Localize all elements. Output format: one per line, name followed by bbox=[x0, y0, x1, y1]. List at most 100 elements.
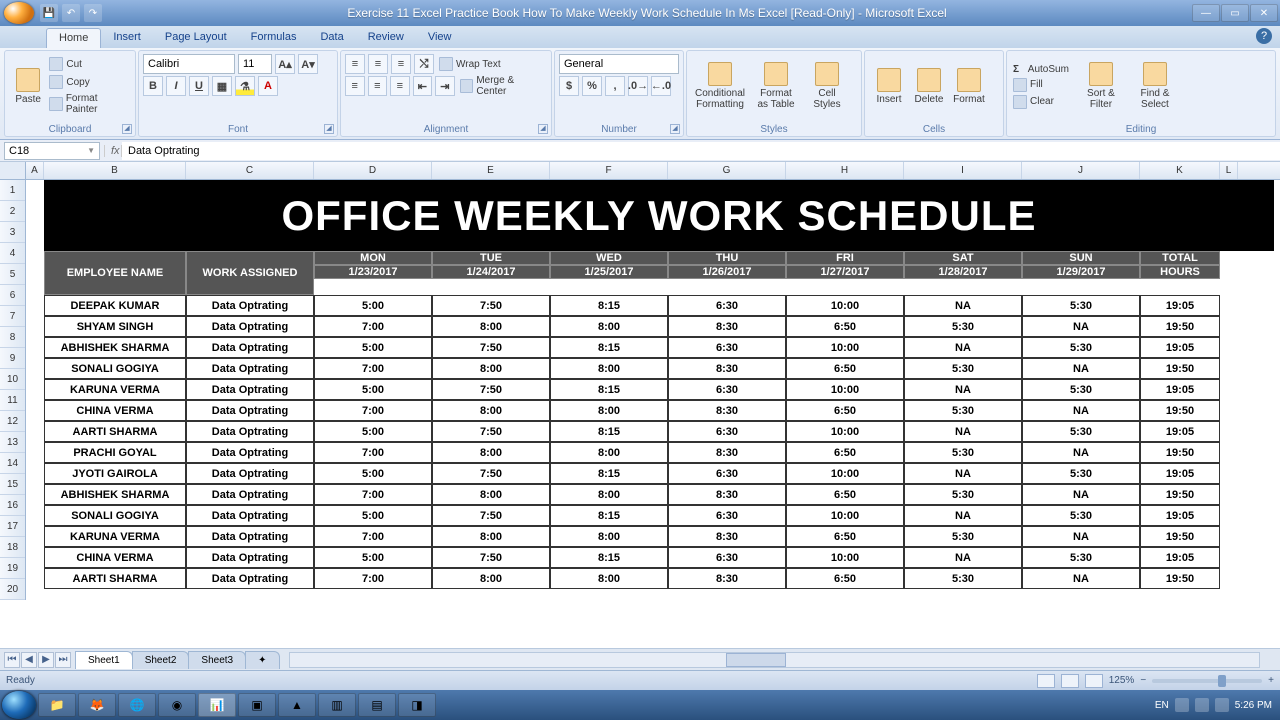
cell-day[interactable]: 6:50 bbox=[786, 442, 904, 463]
zoom-slider[interactable] bbox=[1152, 679, 1262, 683]
col-header-H[interactable]: H bbox=[786, 162, 904, 179]
cell-day[interactable]: 8:00 bbox=[550, 484, 668, 505]
cell-day[interactable]: 10:00 bbox=[786, 547, 904, 568]
cell-day[interactable]: 8:30 bbox=[668, 442, 786, 463]
fill-button[interactable]: Fill bbox=[1011, 77, 1071, 93]
cell-day[interactable]: 5:30 bbox=[1022, 421, 1140, 442]
cell-day[interactable]: 10:00 bbox=[786, 337, 904, 358]
align-center[interactable]: ≡ bbox=[368, 76, 388, 96]
cell-employee[interactable]: DEEPAK KUMAR bbox=[44, 295, 186, 316]
cell-day[interactable]: 10:00 bbox=[786, 421, 904, 442]
cell-day[interactable]: 8:00 bbox=[432, 316, 550, 337]
clipboard-dialog-launcher[interactable]: ◢ bbox=[122, 124, 132, 134]
cell-day[interactable]: 5:00 bbox=[314, 337, 432, 358]
cell-day[interactable]: 8:15 bbox=[550, 505, 668, 526]
col-header-I[interactable]: I bbox=[904, 162, 1022, 179]
task-app2[interactable]: ▣ bbox=[238, 693, 276, 717]
cell-total[interactable]: 19:05 bbox=[1140, 505, 1220, 526]
delete-cells-button[interactable]: Delete bbox=[909, 53, 949, 119]
cell-day[interactable]: NA bbox=[1022, 568, 1140, 589]
select-all-corner[interactable] bbox=[0, 162, 26, 180]
cell-day[interactable]: 5:30 bbox=[904, 442, 1022, 463]
cell-employee[interactable]: AARTI SHARMA bbox=[44, 568, 186, 589]
cell-day[interactable]: NA bbox=[1022, 400, 1140, 421]
cell-day[interactable]: 8:00 bbox=[550, 442, 668, 463]
cell-day[interactable]: 10:00 bbox=[786, 295, 904, 316]
row-header-3[interactable]: 3 bbox=[0, 222, 25, 243]
help-button[interactable]: ? bbox=[1256, 28, 1272, 44]
row-header-17[interactable]: 17 bbox=[0, 516, 25, 537]
cell-day[interactable]: 6:30 bbox=[668, 295, 786, 316]
cell-employee[interactable]: KARUNA VERMA bbox=[44, 379, 186, 400]
number-format-combo[interactable] bbox=[559, 54, 679, 74]
cell-day[interactable]: 8:00 bbox=[432, 400, 550, 421]
cell-employee[interactable]: SONALI GOGIYA bbox=[44, 505, 186, 526]
cell-day[interactable]: 7:50 bbox=[432, 337, 550, 358]
tab-view[interactable]: View bbox=[416, 28, 464, 48]
cell-day[interactable]: 6:50 bbox=[786, 316, 904, 337]
cell-day[interactable]: NA bbox=[904, 379, 1022, 400]
cut-button[interactable]: Cut bbox=[47, 56, 131, 72]
align-top[interactable]: ≡ bbox=[345, 54, 365, 74]
cell-day[interactable]: 5:30 bbox=[904, 484, 1022, 505]
row-header-9[interactable]: 9 bbox=[0, 348, 25, 369]
grow-font-button[interactable]: A▴ bbox=[275, 54, 295, 74]
cell-day[interactable]: 10:00 bbox=[786, 379, 904, 400]
task-explorer[interactable]: 📁 bbox=[38, 693, 76, 717]
cell-total[interactable]: 19:50 bbox=[1140, 400, 1220, 421]
tab-page-layout[interactable]: Page Layout bbox=[153, 28, 239, 48]
row-header-18[interactable]: 18 bbox=[0, 537, 25, 558]
bold-button[interactable]: B bbox=[143, 76, 163, 96]
row-header-14[interactable]: 14 bbox=[0, 453, 25, 474]
tray-clock[interactable]: 5:26 PM bbox=[1235, 700, 1272, 711]
cell-day[interactable]: 5:00 bbox=[314, 463, 432, 484]
sheet-tab-sheet2[interactable]: Sheet2 bbox=[132, 651, 190, 669]
cell-day[interactable]: 6:30 bbox=[668, 463, 786, 484]
cell-employee[interactable]: CHINA VERMA bbox=[44, 400, 186, 421]
cell-day[interactable]: 6:30 bbox=[668, 421, 786, 442]
col-header-G[interactable]: G bbox=[668, 162, 786, 179]
cell-day[interactable]: 8:15 bbox=[550, 463, 668, 484]
increase-decimal[interactable]: .0→ bbox=[628, 76, 648, 96]
cell-styles-button[interactable]: Cell Styles bbox=[803, 53, 851, 119]
cell-day[interactable]: 7:00 bbox=[314, 526, 432, 547]
align-right[interactable]: ≡ bbox=[390, 76, 410, 96]
cell-day[interactable]: 8:00 bbox=[432, 358, 550, 379]
task-app5[interactable]: ◨ bbox=[398, 693, 436, 717]
col-header-F[interactable]: F bbox=[550, 162, 668, 179]
cell-day[interactable]: 10:00 bbox=[786, 505, 904, 526]
row-header-6[interactable]: 6 bbox=[0, 285, 25, 306]
border-button[interactable]: ▦ bbox=[212, 76, 232, 96]
fill-color-button[interactable]: ⚗ bbox=[235, 76, 255, 96]
cell-employee[interactable]: CHINA VERMA bbox=[44, 547, 186, 568]
cell-day[interactable]: 7:00 bbox=[314, 568, 432, 589]
cell-day[interactable]: 8:15 bbox=[550, 379, 668, 400]
cell-work[interactable]: Data Optrating bbox=[186, 505, 314, 526]
task-excel[interactable]: 📊 bbox=[198, 693, 236, 717]
cell-work[interactable]: Data Optrating bbox=[186, 379, 314, 400]
task-firefox[interactable]: 🦊 bbox=[78, 693, 116, 717]
cell-day[interactable]: 8:00 bbox=[432, 568, 550, 589]
row-header-12[interactable]: 12 bbox=[0, 411, 25, 432]
align-left[interactable]: ≡ bbox=[345, 76, 365, 96]
percent-button[interactable]: % bbox=[582, 76, 602, 96]
cell-day[interactable]: 8:30 bbox=[668, 526, 786, 547]
task-vlc[interactable]: ▲ bbox=[278, 693, 316, 717]
font-dialog-launcher[interactable]: ◢ bbox=[324, 124, 334, 134]
cell-day[interactable]: 5:30 bbox=[904, 400, 1022, 421]
tab-nav-next[interactable]: ▶ bbox=[38, 652, 54, 668]
cell-day[interactable]: 5:30 bbox=[1022, 295, 1140, 316]
cell-total[interactable]: 19:50 bbox=[1140, 526, 1220, 547]
format-painter-button[interactable]: Format Painter bbox=[47, 92, 131, 116]
tray-lang[interactable]: EN bbox=[1155, 700, 1169, 711]
decrease-indent[interactable]: ⇤ bbox=[413, 76, 433, 96]
cell-day[interactable]: 8:00 bbox=[550, 400, 668, 421]
cell-employee[interactable]: JYOTI GAIROLA bbox=[44, 463, 186, 484]
number-dialog-launcher[interactable]: ◢ bbox=[670, 124, 680, 134]
comma-button[interactable]: , bbox=[605, 76, 625, 96]
cell-day[interactable]: 8:00 bbox=[550, 526, 668, 547]
cell-employee[interactable]: ABHISHEK SHARMA bbox=[44, 337, 186, 358]
format-as-table-button[interactable]: Format as Table bbox=[749, 53, 803, 119]
cell-day[interactable]: 7:50 bbox=[432, 547, 550, 568]
currency-button[interactable]: $ bbox=[559, 76, 579, 96]
